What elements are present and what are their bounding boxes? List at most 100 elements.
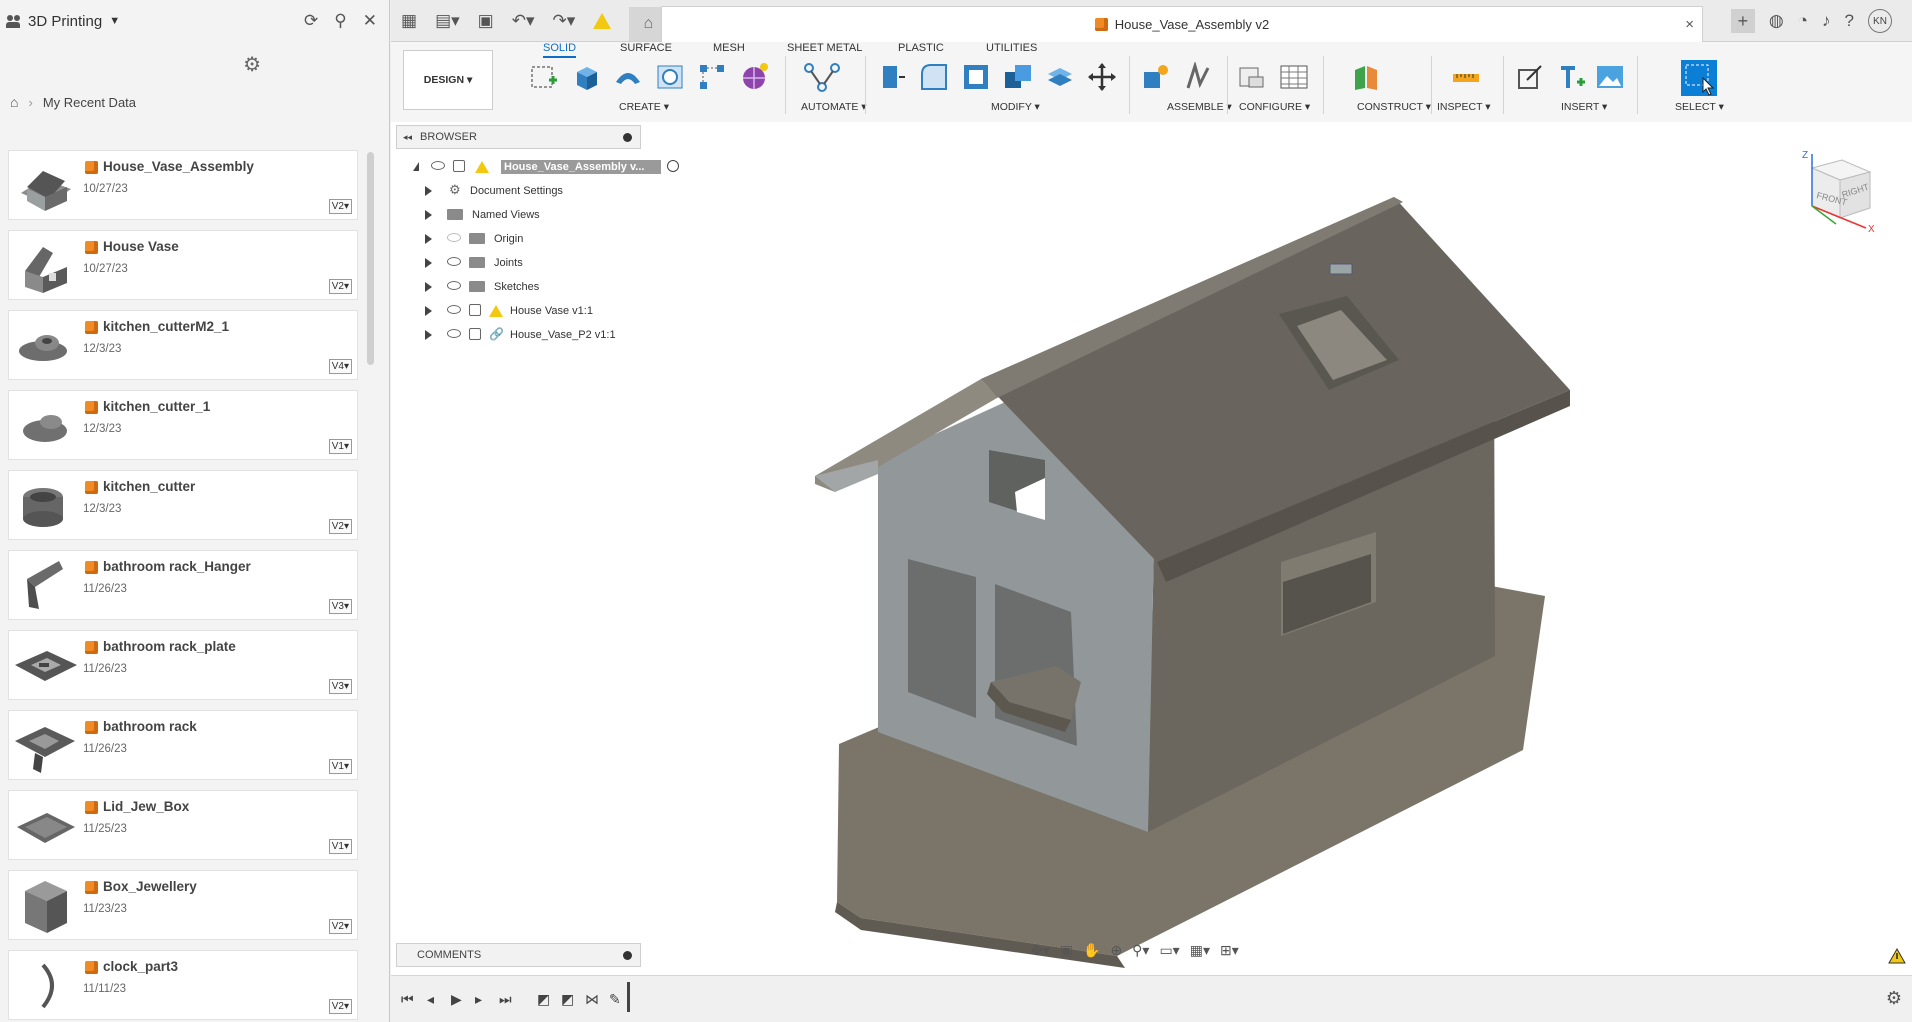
expand-arrow-icon[interactable] [425,210,432,220]
version-badge[interactable]: V2▾ [328,279,352,294]
expand-arrow-icon[interactable] [413,162,419,171]
step-back-icon[interactable]: ◂ [427,991,434,1008]
browser-root-node[interactable]: House_Vase_Assembly v... [411,156,679,180]
look-at-icon[interactable]: ▣ [1060,942,1073,959]
add-comment-icon[interactable] [623,950,632,960]
browser-node-joints[interactable]: Joints [411,252,651,276]
file-card[interactable]: clock_part3 11/11/23 V2▾ [8,950,358,1020]
tab-utilities[interactable]: UTILITIES [986,42,1037,54]
offset-face-icon[interactable] [1045,62,1075,92]
save-icon[interactable]: ▣ [478,11,494,31]
new-component-icon[interactable] [1141,62,1171,92]
file-card[interactable]: Lid_Jew_Box 11/25/23 V1▾ [8,790,358,860]
hole-icon[interactable] [655,62,685,92]
expand-arrow-icon[interactable] [425,234,432,244]
play-icon[interactable]: ▶ [451,991,462,1008]
version-badge[interactable]: V2▾ [328,999,352,1014]
browser-node-origin[interactable]: Origin [411,228,651,252]
file-name[interactable]: clock_part3 [103,959,178,974]
search-icon[interactable]: ⚲ [334,11,346,31]
version-badge[interactable]: V4▾ [328,359,352,374]
browser-node-named-views[interactable]: Named Views [411,204,651,228]
file-card[interactable]: House Vase 10/27/23 V2▾ [8,230,358,300]
warning-icon[interactable] [1888,948,1906,964]
file-name[interactable]: Lid_Jew_Box [103,799,189,814]
viewcube[interactable]: FRONT RIGHT Z X [1796,150,1878,232]
chevron-down-icon[interactable]: ▼ [109,15,120,27]
workspace-switcher-button[interactable]: DESIGN ▾ [403,50,493,110]
create-form-icon[interactable] [739,62,769,92]
file-name[interactable]: bathroom rack_plate [103,639,236,654]
measure-icon[interactable] [1451,62,1481,92]
modify-menu[interactable]: MODIFY ▾ [991,101,1040,113]
visibility-eye-icon[interactable] [447,257,461,266]
file-menu-icon[interactable]: ▤▾ [435,11,460,31]
expand-arrow-icon[interactable] [425,306,432,316]
activate-radio-icon[interactable] [667,160,679,172]
file-name[interactable]: House Vase [103,239,179,254]
tab-plastic[interactable]: PLASTIC [898,42,944,54]
browser-node-sketches[interactable]: Sketches [411,276,651,300]
version-badge[interactable]: V1▾ [328,439,352,454]
node-label[interactable]: Document Settings [467,184,566,198]
file-card[interactable]: Box_Jewellery 11/23/23 V2▾ [8,870,358,940]
zoom-window-icon[interactable]: ⚲▾ [1132,942,1149,959]
redo-icon[interactable]: ↷▾ [553,11,576,31]
comments-panel[interactable]: COMMENTS [396,943,641,967]
refresh-icon[interactable]: ⟳ [304,11,318,31]
breadcrumb-label[interactable]: My Recent Data [43,95,136,110]
automate-menu[interactable]: AUTOMATE ▾ [801,101,867,113]
file-card[interactable]: bathroom rack_Hanger 11/26/23 V3▾ [8,550,358,620]
configure-icon[interactable] [1237,62,1267,92]
file-name[interactable]: Box_Jewellery [103,879,197,894]
file-card[interactable]: kitchen_cutterM2_1 12/3/23 V4▾ [8,310,358,380]
root-label[interactable]: House_Vase_Assembly v... [501,160,661,174]
create-menu[interactable]: CREATE ▾ [619,101,669,113]
version-badge[interactable]: V1▾ [328,759,352,774]
display-settings-icon[interactable]: ▭▾ [1159,942,1179,959]
avatar[interactable]: KN [1868,9,1892,33]
visibility-eye-icon[interactable] [447,305,461,314]
expand-arrow-icon[interactable] [425,330,432,340]
help-icon[interactable]: ? [1845,11,1854,31]
timeline-sketch-icon[interactable]: ✎ [609,991,621,1008]
file-card[interactable]: bathroom rack 11/26/23 V1▾ [8,710,358,780]
tab-sheet-metal[interactable]: SHEET METAL [787,42,862,54]
grid-icon[interactable]: ▦ [401,11,417,31]
timeline-marker[interactable] [627,982,630,1012]
notifications-icon[interactable]: ♪ [1822,11,1831,31]
file-name[interactable]: kitchen_cutterM2_1 [103,319,229,334]
assemble-menu[interactable]: ASSEMBLE ▾ [1167,101,1232,113]
version-badge[interactable]: V2▾ [328,519,352,534]
job-status-icon[interactable]: ◔ [1798,11,1808,31]
zoom-icon[interactable]: ⊕ [1110,942,1122,959]
undo-icon[interactable]: ↶▾ [512,11,535,31]
extrude-icon[interactable] [571,62,601,92]
timeline-settings-icon[interactable]: ⚙ [1886,988,1902,1009]
tab-surface[interactable]: SURFACE [620,42,672,54]
visibility-eye-icon[interactable] [447,329,461,338]
version-badge[interactable]: V3▾ [328,599,352,614]
construct-menu[interactable]: CONSTRUCT ▾ [1357,101,1431,113]
file-name[interactable]: bathroom rack [103,719,197,734]
tab-solid[interactable]: SOLID [543,42,577,58]
inspect-menu[interactable]: INSPECT ▾ [1437,101,1491,113]
document-tab[interactable]: House_Vase_Assembly v2 × [661,6,1703,42]
timeline-feature-icon[interactable]: ◩ [537,991,550,1008]
file-card[interactable]: House_Vase_Assembly 10/27/23 V2▾ [8,150,358,220]
file-name[interactable]: bathroom rack_Hanger [103,559,251,574]
version-badge[interactable]: V3▾ [328,679,352,694]
create-sketch-icon[interactable] [529,62,559,92]
node-label[interactable]: House Vase v1:1 [507,304,596,318]
warning-icon[interactable] [593,12,612,29]
version-badge[interactable]: V2▾ [328,199,352,214]
move-icon[interactable] [1087,62,1117,92]
extensions-icon[interactable]: ◍ [1769,11,1784,31]
minimize-icon[interactable] [623,132,632,142]
project-title[interactable]: 3D Printing [28,13,102,30]
node-label[interactable]: Named Views [469,208,543,222]
select-menu[interactable]: SELECT ▾ [1675,101,1724,113]
new-tab-icon[interactable]: + [1730,9,1755,33]
expand-arrow-icon[interactable] [425,258,432,268]
node-label[interactable]: Sketches [491,280,542,294]
